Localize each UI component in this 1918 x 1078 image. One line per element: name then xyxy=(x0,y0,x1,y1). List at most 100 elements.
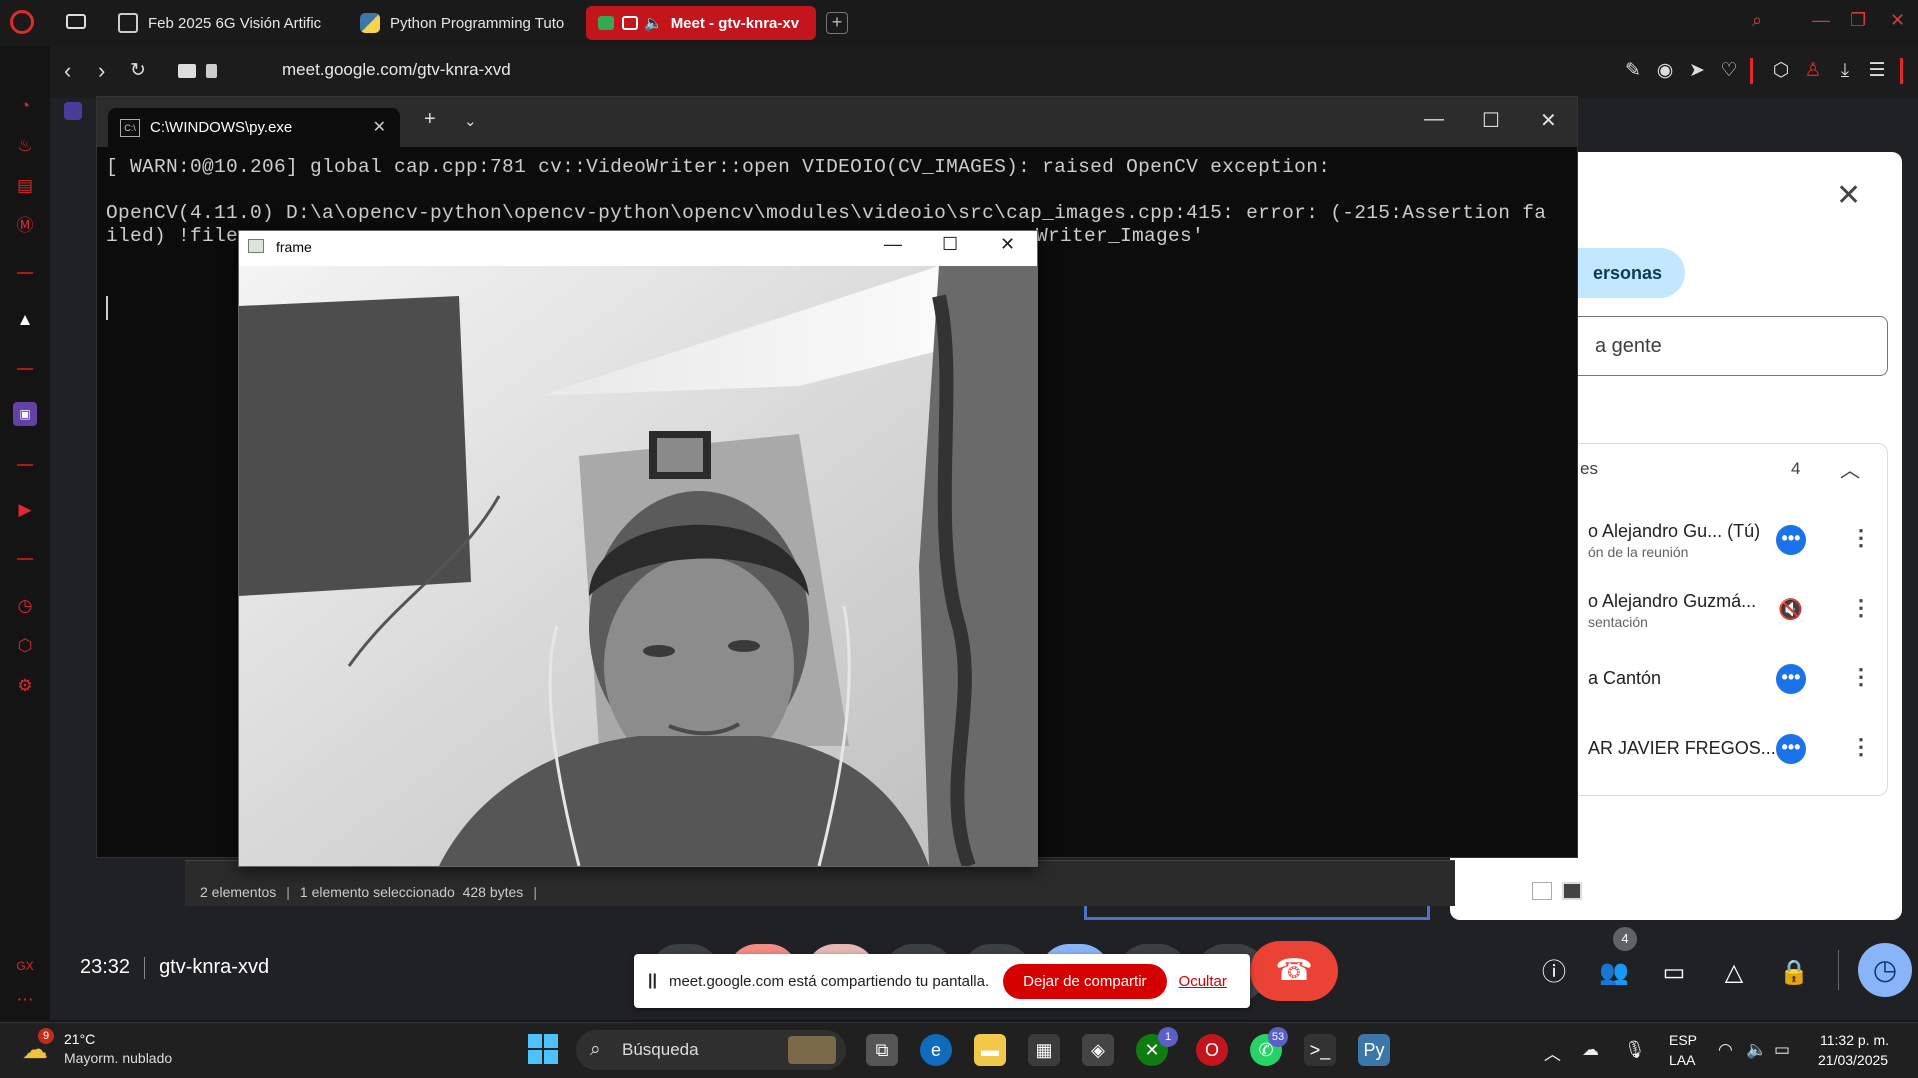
onedrive-icon[interactable]: ☁ xyxy=(1582,1040,1599,1060)
meeting-code: gtv-knra-xvd xyxy=(159,956,270,978)
new-tab-button[interactable]: + xyxy=(826,12,848,34)
xbox-badge: 1 xyxy=(1158,1027,1178,1047)
snapshot-icon[interactable]: ◉ xyxy=(1652,58,1678,84)
keyboard-layout[interactable]: LAA xyxy=(1669,1052,1695,1068)
timer-button[interactable]: ◷ xyxy=(1858,943,1912,997)
lock-icon[interactable] xyxy=(206,64,217,78)
terminal-maximize-icon[interactable]: ☐ xyxy=(1482,108,1500,133)
reload-icon[interactable]: ↻ xyxy=(130,60,146,82)
meeting-details-icon[interactable]: ⓘ xyxy=(1538,957,1570,989)
aria-icon[interactable]: ▲ xyxy=(13,308,37,332)
weather-description[interactable]: Mayorm. nublado xyxy=(64,1050,172,1066)
back-icon[interactable]: ‹ xyxy=(64,60,71,82)
leave-call-button[interactable]: ☎ xyxy=(1250,941,1338,1001)
gx-control-icon[interactable]: ♨ xyxy=(13,134,37,158)
kebab-menu-icon[interactable]: ⋮ xyxy=(1850,664,1872,690)
hide-banner-link[interactable]: Ocultar xyxy=(1179,973,1227,990)
weather-temperature[interactable]: 21°C xyxy=(64,1031,95,1047)
address-bar-area: ‹ › ↻ meet.google.com/gtv-knra-xvd ✎ ◉ ➤… xyxy=(50,46,1918,98)
history-icon[interactable]: ◷ xyxy=(13,594,37,618)
unity-icon[interactable]: ◈ xyxy=(1082,1034,1114,1066)
easy-setup-icon[interactable]: ☰ xyxy=(1864,58,1890,84)
heart-icon[interactable]: ♡ xyxy=(1716,58,1742,84)
twitch-icon[interactable]: ▣ xyxy=(13,402,37,426)
people-icon[interactable]: 👥 xyxy=(1598,957,1630,989)
browser-tab-meet[interactable]: 🔈 Meet - gtv-knra-xv xyxy=(586,6,816,40)
profile-icon[interactable]: ♙ xyxy=(1800,58,1826,84)
keyboard-language[interactable]: ESP xyxy=(1669,1032,1697,1048)
chevron-up-icon[interactable]: ︿ xyxy=(1840,454,1860,483)
minimize-icon[interactable]: — xyxy=(1812,10,1830,31)
weather-badge: 9 xyxy=(38,1028,54,1044)
host-controls-icon[interactable]: 🔒 xyxy=(1778,957,1810,989)
details-view-icon[interactable] xyxy=(1532,882,1552,900)
browser-tab-vision[interactable]: Feb 2025 6G Visión Artific xyxy=(106,6,330,40)
workspaces-icon[interactable] xyxy=(66,14,86,29)
terminal-tab[interactable]: C:\ C:\WINDOWS\py.exe ✕ xyxy=(108,108,400,148)
cube-icon[interactable]: ⬡ xyxy=(1768,58,1794,84)
restore-icon[interactable]: ❐ xyxy=(1850,10,1866,31)
close-window-icon[interactable]: ✕ xyxy=(1890,10,1905,31)
terminal-app-icon[interactable]: >_ xyxy=(1304,1034,1336,1066)
edit-page-icon[interactable]: ✎ xyxy=(1620,58,1646,84)
terminal-minimize-icon[interactable]: — xyxy=(1424,108,1444,131)
speed-dial-icon[interactable]: ◔ xyxy=(13,94,37,118)
task-view-icon[interactable]: ⧉ xyxy=(866,1034,898,1066)
camera-indicator-icon[interactable] xyxy=(178,64,196,78)
stop-sharing-button[interactable]: Dejar de compartir xyxy=(1003,963,1167,999)
gx-corner-icon[interactable]: ▤ xyxy=(13,174,37,198)
participant-more-icon[interactable]: ••• xyxy=(1776,664,1806,694)
url-field[interactable]: meet.google.com/gtv-knra-xvd xyxy=(282,60,511,80)
opera-logo-icon[interactable] xyxy=(10,10,34,34)
activities-icon[interactable]: △ xyxy=(1718,957,1750,989)
forward-icon[interactable]: › xyxy=(98,60,105,82)
taskbar-search-box[interactable]: ⌕ Búsqueda xyxy=(576,1030,846,1070)
taskbar-date[interactable]: 21/03/2025 xyxy=(1818,1052,1888,1068)
tab-people[interactable]: ersonas xyxy=(1565,248,1685,298)
more-dots-icon[interactable]: ⋯ xyxy=(13,988,37,1012)
frame-close-icon[interactable]: ✕ xyxy=(1000,234,1015,255)
volume-icon[interactable]: 🔈 xyxy=(1746,1040,1767,1060)
chevron-down-icon[interactable]: ⌄ xyxy=(464,112,477,130)
kebab-menu-icon[interactable]: ⋮ xyxy=(1850,595,1872,621)
gx-logo-icon[interactable]: GX xyxy=(13,954,37,978)
send-icon[interactable]: ➤ xyxy=(1684,58,1710,84)
frame-minimize-icon[interactable]: — xyxy=(884,234,902,255)
python-app-icon[interactable]: Py xyxy=(1358,1034,1390,1066)
terminal-close-icon[interactable]: ✕ xyxy=(1540,108,1557,133)
chat-icon[interactable]: ▭ xyxy=(1658,957,1690,989)
muted-speaker-icon: 🔇 xyxy=(1778,599,1803,621)
search-tabs-icon[interactable]: ⌕ xyxy=(1752,10,1762,31)
share-banner-text: meet.google.com está compartiendo tu pan… xyxy=(668,972,990,990)
pip-icon[interactable] xyxy=(622,16,638,30)
participant-more-icon[interactable]: ••• xyxy=(1776,525,1806,555)
gmail-icon[interactable]: Ⓜ xyxy=(13,214,37,238)
kebab-menu-icon[interactable]: ⋮ xyxy=(1850,525,1872,551)
participant-row: o Alejandro Gu... (Tú) ón de la reunión … xyxy=(1588,521,1888,581)
participant-more-icon[interactable]: ••• xyxy=(1776,734,1806,764)
taskbar-time[interactable]: 11:32 p. m. xyxy=(1820,1032,1889,1048)
player-icon[interactable]: ▶ xyxy=(13,498,37,522)
show-hidden-icons-icon[interactable]: ︿ xyxy=(1544,1040,1561,1065)
terminal-cursor xyxy=(106,296,108,320)
close-panel-icon[interactable]: ✕ xyxy=(1836,178,1861,213)
extensions-cube-icon[interactable]: ⬡ xyxy=(13,634,37,658)
wifi-icon[interactable]: ◠ xyxy=(1718,1040,1733,1060)
frame-maximize-icon[interactable]: ☐ xyxy=(942,234,958,255)
kebab-menu-icon[interactable]: ⋮ xyxy=(1850,734,1872,760)
edge-icon[interactable]: e xyxy=(920,1034,952,1066)
people-search-input[interactable]: a gente xyxy=(1575,316,1888,376)
speaker-icon[interactable]: 🔈 xyxy=(644,14,663,32)
opera-gx-icon[interactable]: O xyxy=(1196,1034,1228,1066)
battery-icon[interactable]: ▭ xyxy=(1774,1040,1790,1060)
file-explorer-icon[interactable]: ▬ xyxy=(974,1034,1006,1066)
download-icon[interactable]: ⤓ xyxy=(1832,58,1858,84)
windows-start-icon[interactable] xyxy=(528,1034,558,1064)
close-tab-icon[interactable]: ✕ xyxy=(373,108,386,148)
tiles-view-icon[interactable] xyxy=(1562,882,1582,900)
new-terminal-tab-icon[interactable]: + xyxy=(424,108,436,131)
microphone-icon[interactable]: 🎙 xyxy=(1624,1040,1646,1060)
browser-tab-python[interactable]: Python Programming Tuto xyxy=(348,6,574,40)
store-icon[interactable]: ▦ xyxy=(1028,1034,1060,1066)
settings-gear-icon[interactable]: ⚙ xyxy=(13,674,37,698)
